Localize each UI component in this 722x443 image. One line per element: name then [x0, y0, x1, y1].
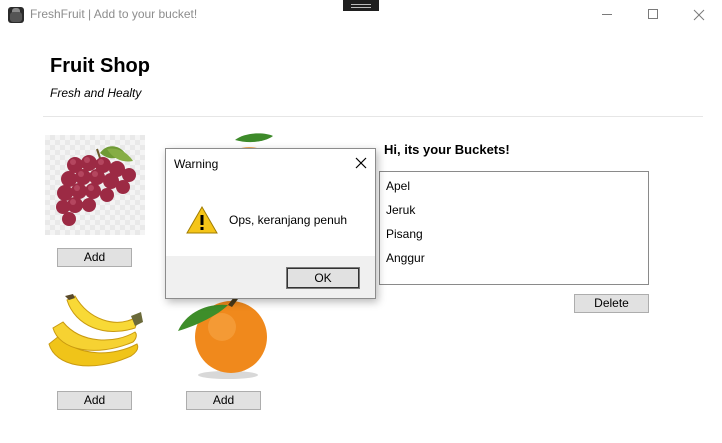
list-item[interactable]: Pisang	[386, 227, 423, 241]
warning-dialog: Warning Ops, keranjang penuh OK	[165, 148, 376, 299]
bucket-list[interactable]: Apel Jeruk Pisang Anggur	[379, 171, 649, 285]
maximize-icon	[648, 9, 658, 19]
close-window-button[interactable]	[676, 0, 722, 30]
page-title: Fruit Shop	[50, 55, 150, 77]
add-banana-button[interactable]: Add	[57, 391, 132, 410]
list-item[interactable]: Anggur	[386, 251, 425, 265]
add-orange-button[interactable]: Add	[186, 391, 261, 410]
dialog-close-button[interactable]	[348, 151, 374, 175]
orange-image	[172, 295, 272, 380]
dialog-title: Warning	[174, 157, 219, 171]
warning-icon	[186, 205, 218, 235]
dialog-footer: OK	[166, 256, 375, 298]
maximize-button[interactable]	[630, 0, 676, 30]
add-grape-button[interactable]: Add	[57, 248, 132, 267]
banana-image	[45, 292, 145, 377]
close-icon	[355, 157, 367, 169]
title-bar: FreshFruit | Add to your bucket!	[0, 0, 722, 30]
ok-button[interactable]: OK	[286, 267, 360, 289]
app-icon	[8, 7, 24, 23]
list-item[interactable]: Apel	[386, 179, 410, 193]
minimize-button[interactable]	[584, 0, 630, 30]
dialog-message: Ops, keranjang penuh	[229, 213, 348, 227]
bucket-title: Hi, its your Buckets!	[384, 142, 510, 157]
grape-image	[45, 135, 145, 235]
window-title: FreshFruit | Add to your bucket!	[30, 7, 198, 21]
drag-handle[interactable]	[343, 0, 379, 11]
close-icon	[693, 9, 705, 21]
delete-button[interactable]: Delete	[574, 294, 649, 313]
page-subtitle: Fresh and Healty	[50, 86, 142, 100]
minimize-icon	[602, 14, 612, 15]
header-divider	[43, 116, 703, 117]
list-item[interactable]: Jeruk	[386, 203, 415, 217]
